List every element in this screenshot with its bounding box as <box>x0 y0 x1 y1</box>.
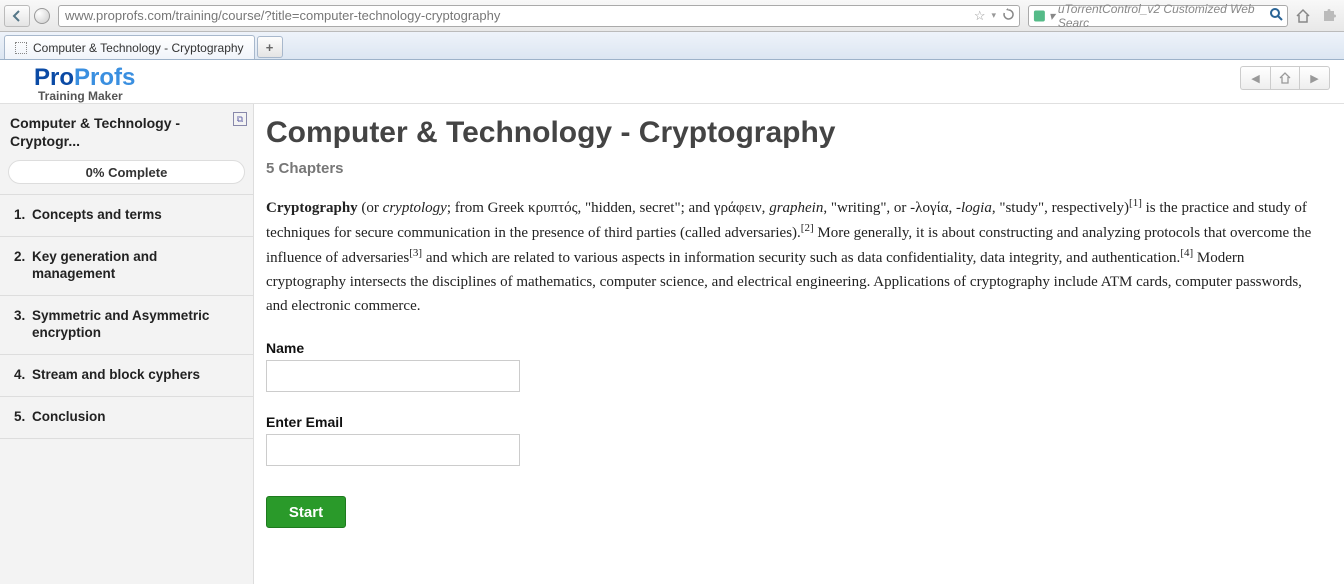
tab-favicon <box>15 42 27 54</box>
main-content: Computer & Technology - Cryptography 5 C… <box>254 104 1344 584</box>
course-description: Cryptography (or cryptology; from Greek … <box>266 195 1326 318</box>
course-prev-button[interactable]: ◀ <box>1240 66 1270 90</box>
chapter-item-3[interactable]: 3.Symmetric and Asymmetric encryption <box>0 295 253 354</box>
browser-tab-active[interactable]: Computer & Technology - Cryptography <box>4 35 255 59</box>
sidebar-course-title: Computer & Technology - Cryptogr... <box>10 114 243 150</box>
email-label: Enter Email <box>266 414 1326 430</box>
chapter-count: 5 Chapters <box>266 160 1326 177</box>
logo-pro: Pro <box>34 64 74 91</box>
back-button[interactable] <box>4 5 30 27</box>
tab-title: Computer & Technology - Cryptography <box>33 41 244 55</box>
popout-icon[interactable]: ⧉ <box>233 112 247 126</box>
search-placeholder: uTorrentControl_v2 Customized Web Searc <box>1058 2 1269 30</box>
logo-subtitle: Training Maker <box>38 89 123 103</box>
url-bar[interactable]: www.proprofs.com/training/course/?title=… <box>58 5 1020 27</box>
email-input[interactable] <box>266 434 520 466</box>
reload-icon[interactable] <box>1002 8 1015 24</box>
course-next-button[interactable]: ▶ <box>1300 66 1330 90</box>
name-label: Name <box>266 340 1326 356</box>
page-title: Computer & Technology - Cryptography <box>266 116 1326 150</box>
search-go-icon[interactable] <box>1269 7 1283 24</box>
page-header: ProProfs Training Maker ◀ ▶ <box>0 60 1344 104</box>
logo-profs: Profs <box>74 64 135 91</box>
progress-indicator: 0% Complete <box>8 160 245 184</box>
chapter-item-4[interactable]: 4.Stream and block cyphers <box>0 354 253 396</box>
chapter-item-5[interactable]: 5.Conclusion <box>0 396 253 439</box>
chapter-item-2[interactable]: 2.Key generation and management <box>0 236 253 295</box>
dropdown-arrow-icon[interactable]: ▾ <box>991 10 996 21</box>
name-input[interactable] <box>266 360 520 392</box>
bookmark-star-icon[interactable]: ☆ <box>974 8 986 24</box>
course-nav-buttons: ◀ ▶ <box>1240 66 1330 90</box>
site-identity-icon[interactable] <box>34 8 50 24</box>
progress-text: 0% Complete <box>86 165 168 180</box>
course-home-button[interactable] <box>1270 66 1300 90</box>
search-provider-icon <box>1033 9 1046 23</box>
sidebar: Computer & Technology - Cryptogr... ⧉ 0%… <box>0 104 254 584</box>
home-button[interactable] <box>1294 7 1312 25</box>
browser-search-box[interactable]: ▾ uTorrentControl_v2 Customized Web Sear… <box>1028 5 1288 27</box>
addon-icon[interactable] <box>1322 9 1336 23</box>
logo[interactable]: ProProfs Training Maker <box>34 64 135 107</box>
chapter-item-1[interactable]: 1.Concepts and terms <box>0 194 253 236</box>
browser-toolbar: www.proprofs.com/training/course/?title=… <box>0 0 1344 32</box>
browser-tab-bar: Computer & Technology - Cryptography + <box>0 32 1344 60</box>
chapter-list: 1.Concepts and terms 2.Key generation an… <box>0 194 253 438</box>
start-button[interactable]: Start <box>266 496 346 528</box>
new-tab-button[interactable]: + <box>257 36 283 58</box>
url-text: www.proprofs.com/training/course/?title=… <box>65 8 500 23</box>
